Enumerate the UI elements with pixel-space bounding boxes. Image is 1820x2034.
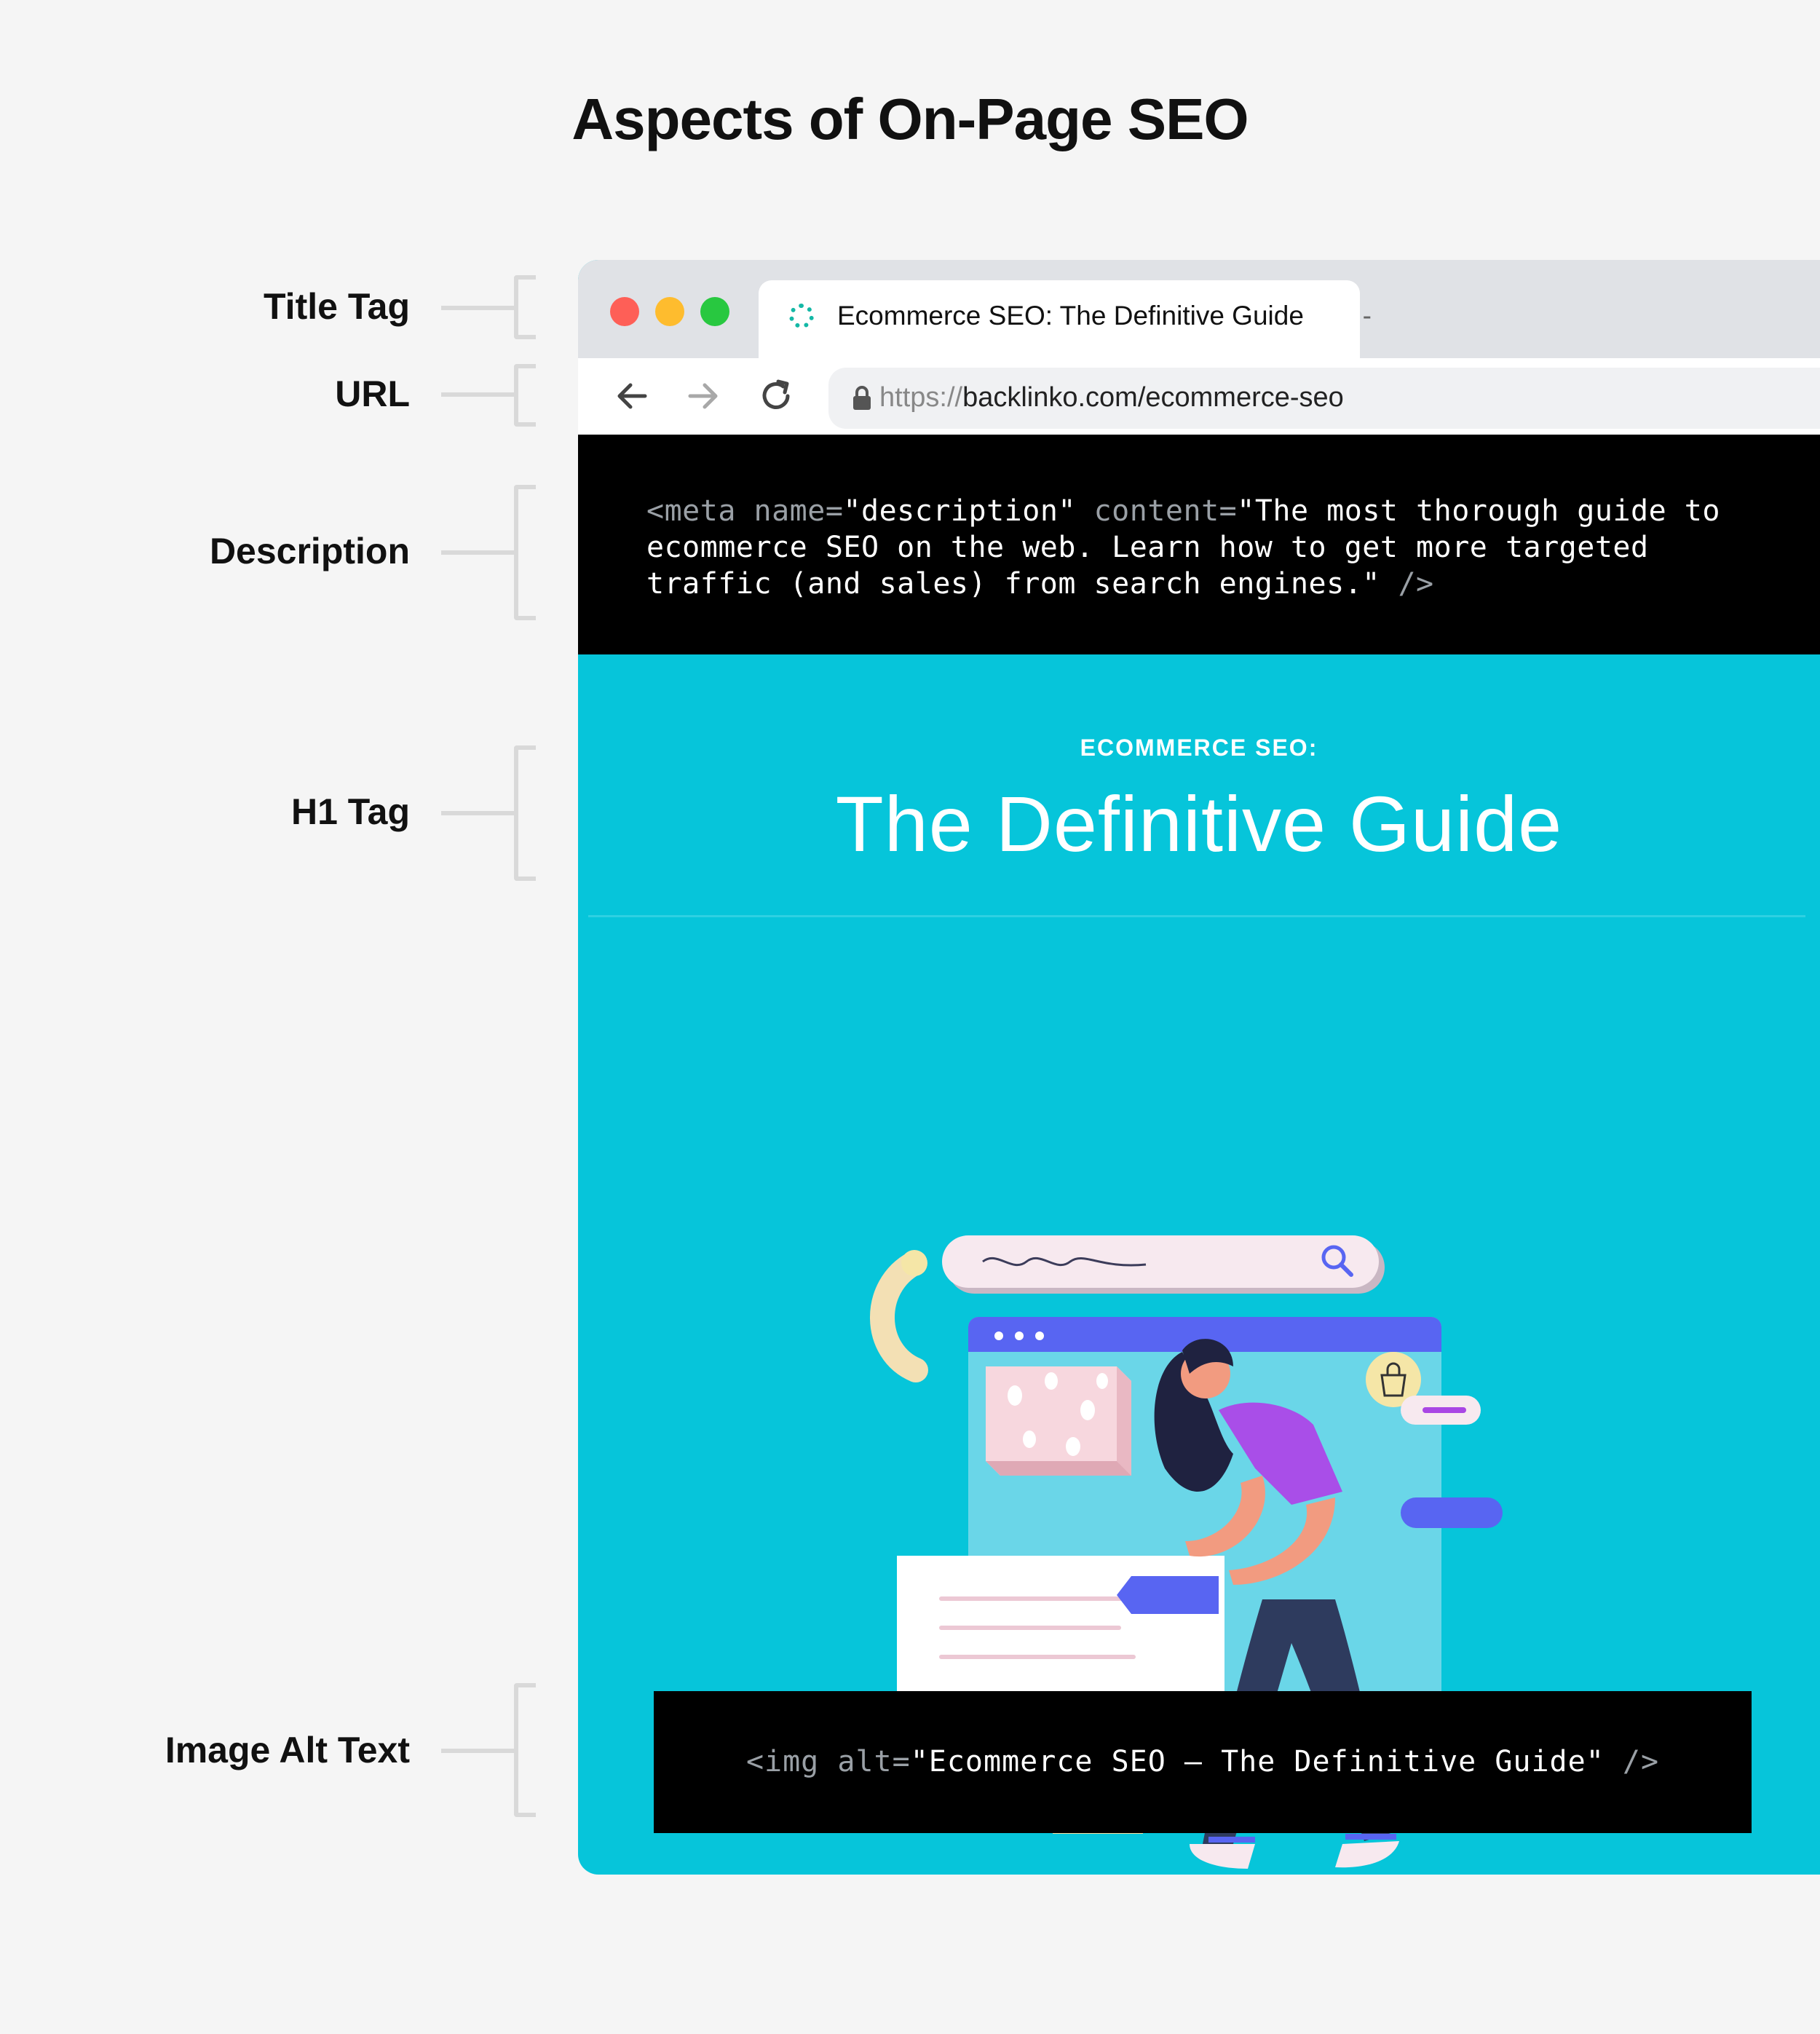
meta-tag-open: <meta — [646, 494, 736, 528]
image-alt-code: <img alt="Ecommerce SEO – The Definitive… — [654, 1744, 1752, 1780]
search-bar-graphic — [942, 1235, 1385, 1294]
connector-url — [441, 392, 514, 397]
meta-description-code: <meta name="description" content="The mo… — [646, 493, 1782, 602]
url-text: https://backlinko.com/ecommerce-seo — [879, 382, 1344, 413]
img-alt-value: "Ecommerce SEO – The Definitive Guide" — [910, 1745, 1605, 1778]
tab-close-icon[interactable]: - — [1363, 301, 1372, 331]
back-arrow-icon[interactable] — [610, 374, 654, 418]
label-title-tag: Title Tag — [264, 286, 410, 327]
bracket-image-alt-text — [514, 1683, 536, 1817]
bracket-description — [514, 485, 536, 620]
connector-title-tag — [441, 306, 514, 310]
label-url: URL — [335, 373, 410, 414]
image-alt-code-block: <img alt="Ecommerce SEO – The Definitive… — [654, 1691, 1752, 1833]
meta-description-code-block: <meta name="description" content="The mo… — [578, 435, 1820, 654]
browser-tab[interactable]: Ecommerce SEO: The Definitive Guide - — [759, 280, 1372, 358]
content-card-graphic — [897, 1556, 1224, 1701]
page-eyebrow: ECOMMERCE SEO: — [1080, 735, 1318, 761]
tab-bar: Ecommerce SEO: The Definitive Guide - — [578, 260, 1820, 358]
diagram-title: Aspects of On-Page SEO — [571, 87, 1249, 151]
connector-h1-tag — [441, 811, 514, 815]
meta-attr-content: content= — [1076, 494, 1238, 528]
img-tag-open: <img — [745, 1745, 820, 1778]
meta-attr-name-value: "description" — [843, 494, 1076, 528]
label-description: Description — [209, 531, 410, 571]
arc-shape — [870, 1251, 928, 1382]
img-tag-close: /> — [1604, 1745, 1660, 1778]
bracket-url — [514, 364, 536, 427]
address-bar[interactable]: https://backlinko.com/ecommerce-seo — [828, 368, 1820, 429]
tab-title: Ecommerce SEO: The Definitive Guide — [837, 301, 1304, 331]
lock-icon — [853, 386, 871, 410]
box-graphic — [986, 1366, 1131, 1476]
browser-window: Ecommerce SEO: The Definitive Guide - ht… — [578, 260, 1820, 1875]
reload-icon[interactable] — [754, 374, 798, 418]
url-protocol: https:// — [879, 382, 963, 413]
label-h1-tag: H1 Tag — [291, 791, 410, 832]
meta-tag-close: /> — [1380, 567, 1434, 601]
minimize-window-dot[interactable] — [655, 297, 684, 326]
favicon-icon — [789, 304, 814, 328]
page-h1: The Definitive Guide — [835, 780, 1563, 868]
img-attr-alt: alt= — [819, 1745, 911, 1778]
connector-description — [441, 550, 514, 555]
forward-arrow-icon[interactable] — [681, 374, 725, 418]
url-domain-path: backlinko.com/ecommerce-seo — [962, 382, 1344, 413]
bracket-h1-tag — [514, 745, 536, 881]
close-window-dot[interactable] — [610, 297, 639, 326]
header-divider — [588, 915, 1805, 917]
meta-attr-name: name= — [735, 494, 844, 528]
bracket-title-tag — [514, 275, 536, 339]
connector-image-alt-text — [441, 1749, 514, 1753]
label-image-alt-text: Image Alt Text — [165, 1730, 410, 1770]
maximize-window-dot[interactable] — [700, 297, 729, 326]
